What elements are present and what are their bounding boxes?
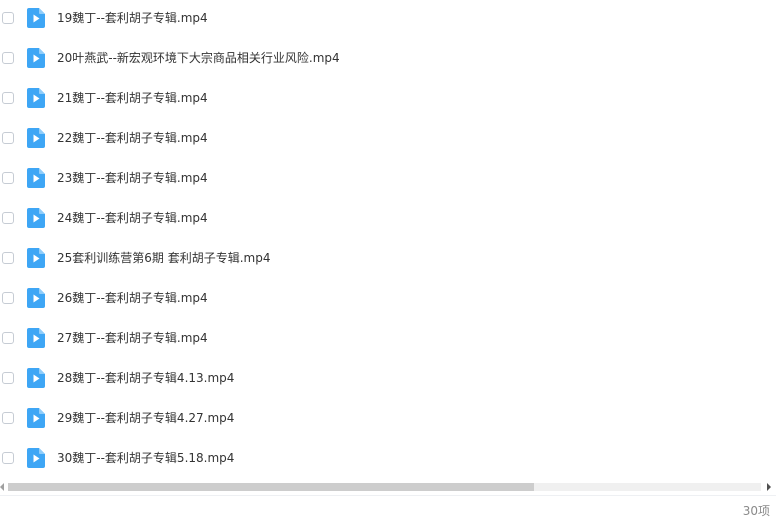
file-checkbox[interactable]: [2, 12, 14, 24]
file-name[interactable]: 25套利训练营第6期 套利胡子专辑.mp4: [57, 250, 270, 266]
file-list: 19魏丁--套利胡子专辑.mp4 20叶燕武--新宏观环境下大宗商品相关行业风险.…: [0, 0, 776, 480]
file-name[interactable]: 30魏丁--套利胡子专辑5.18.mp4: [57, 450, 234, 466]
file-checkbox[interactable]: [2, 212, 14, 224]
file-row[interactable]: 30魏丁--套利胡子专辑5.18.mp4: [0, 438, 776, 478]
file-checkbox[interactable]: [2, 372, 14, 384]
file-row[interactable]: 20叶燕武--新宏观环境下大宗商品相关行业风险.mp4: [0, 38, 776, 78]
scroll-right-arrow-icon[interactable]: [767, 483, 771, 491]
file-row[interactable]: 29魏丁--套利胡子专辑4.27.mp4: [0, 398, 776, 438]
file-checkbox[interactable]: [2, 92, 14, 104]
file-checkbox[interactable]: [2, 332, 14, 344]
file-checkbox[interactable]: [2, 412, 14, 424]
horizontal-scrollbar[interactable]: [0, 481, 776, 493]
scrollbar-thumb[interactable]: [8, 483, 534, 491]
video-file-icon: [27, 328, 45, 348]
file-name[interactable]: 29魏丁--套利胡子专辑4.27.mp4: [57, 410, 234, 426]
video-file-icon: [27, 48, 45, 68]
file-name[interactable]: 24魏丁--套利胡子专辑.mp4: [57, 210, 208, 226]
video-file-icon: [27, 368, 45, 388]
video-file-icon: [27, 208, 45, 228]
file-row[interactable]: 26魏丁--套利胡子专辑.mp4: [0, 278, 776, 318]
video-file-icon: [27, 8, 45, 28]
file-checkbox[interactable]: [2, 132, 14, 144]
file-checkbox[interactable]: [2, 172, 14, 184]
file-name[interactable]: 27魏丁--套利胡子专辑.mp4: [57, 330, 208, 346]
video-file-icon: [27, 448, 45, 468]
item-count: 30项: [742, 504, 770, 518]
file-checkbox[interactable]: [2, 292, 14, 304]
file-row[interactable]: 27魏丁--套利胡子专辑.mp4: [0, 318, 776, 358]
file-row[interactable]: 23魏丁--套利胡子专辑.mp4: [0, 158, 776, 198]
status-footer: 30项: [0, 495, 776, 522]
file-name[interactable]: 22魏丁--套利胡子专辑.mp4: [57, 130, 208, 146]
scroll-left-arrow-icon[interactable]: [0, 483, 4, 491]
video-file-icon: [27, 288, 45, 308]
file-name[interactable]: 21魏丁--套利胡子专辑.mp4: [57, 90, 208, 106]
file-row[interactable]: 25套利训练营第6期 套利胡子专辑.mp4: [0, 238, 776, 278]
video-file-icon: [27, 88, 45, 108]
file-checkbox[interactable]: [2, 452, 14, 464]
file-checkbox[interactable]: [2, 252, 14, 264]
file-row[interactable]: 19魏丁--套利胡子专辑.mp4: [0, 0, 776, 38]
file-row[interactable]: 22魏丁--套利胡子专辑.mp4: [0, 118, 776, 158]
file-row[interactable]: 21魏丁--套利胡子专辑.mp4: [0, 78, 776, 118]
scrollbar-track[interactable]: [8, 483, 761, 491]
file-name[interactable]: 28魏丁--套利胡子专辑4.13.mp4: [57, 370, 234, 386]
file-row[interactable]: 24魏丁--套利胡子专辑.mp4: [0, 198, 776, 238]
video-file-icon: [27, 408, 45, 428]
video-file-icon: [27, 248, 45, 268]
file-row[interactable]: 28魏丁--套利胡子专辑4.13.mp4: [0, 358, 776, 398]
video-file-icon: [27, 168, 45, 188]
file-name[interactable]: 19魏丁--套利胡子专辑.mp4: [57, 10, 208, 26]
file-name[interactable]: 26魏丁--套利胡子专辑.mp4: [57, 290, 208, 306]
file-name[interactable]: 20叶燕武--新宏观环境下大宗商品相关行业风险.mp4: [57, 50, 340, 66]
file-name[interactable]: 23魏丁--套利胡子专辑.mp4: [57, 170, 208, 186]
video-file-icon: [27, 128, 45, 148]
file-checkbox[interactable]: [2, 52, 14, 64]
